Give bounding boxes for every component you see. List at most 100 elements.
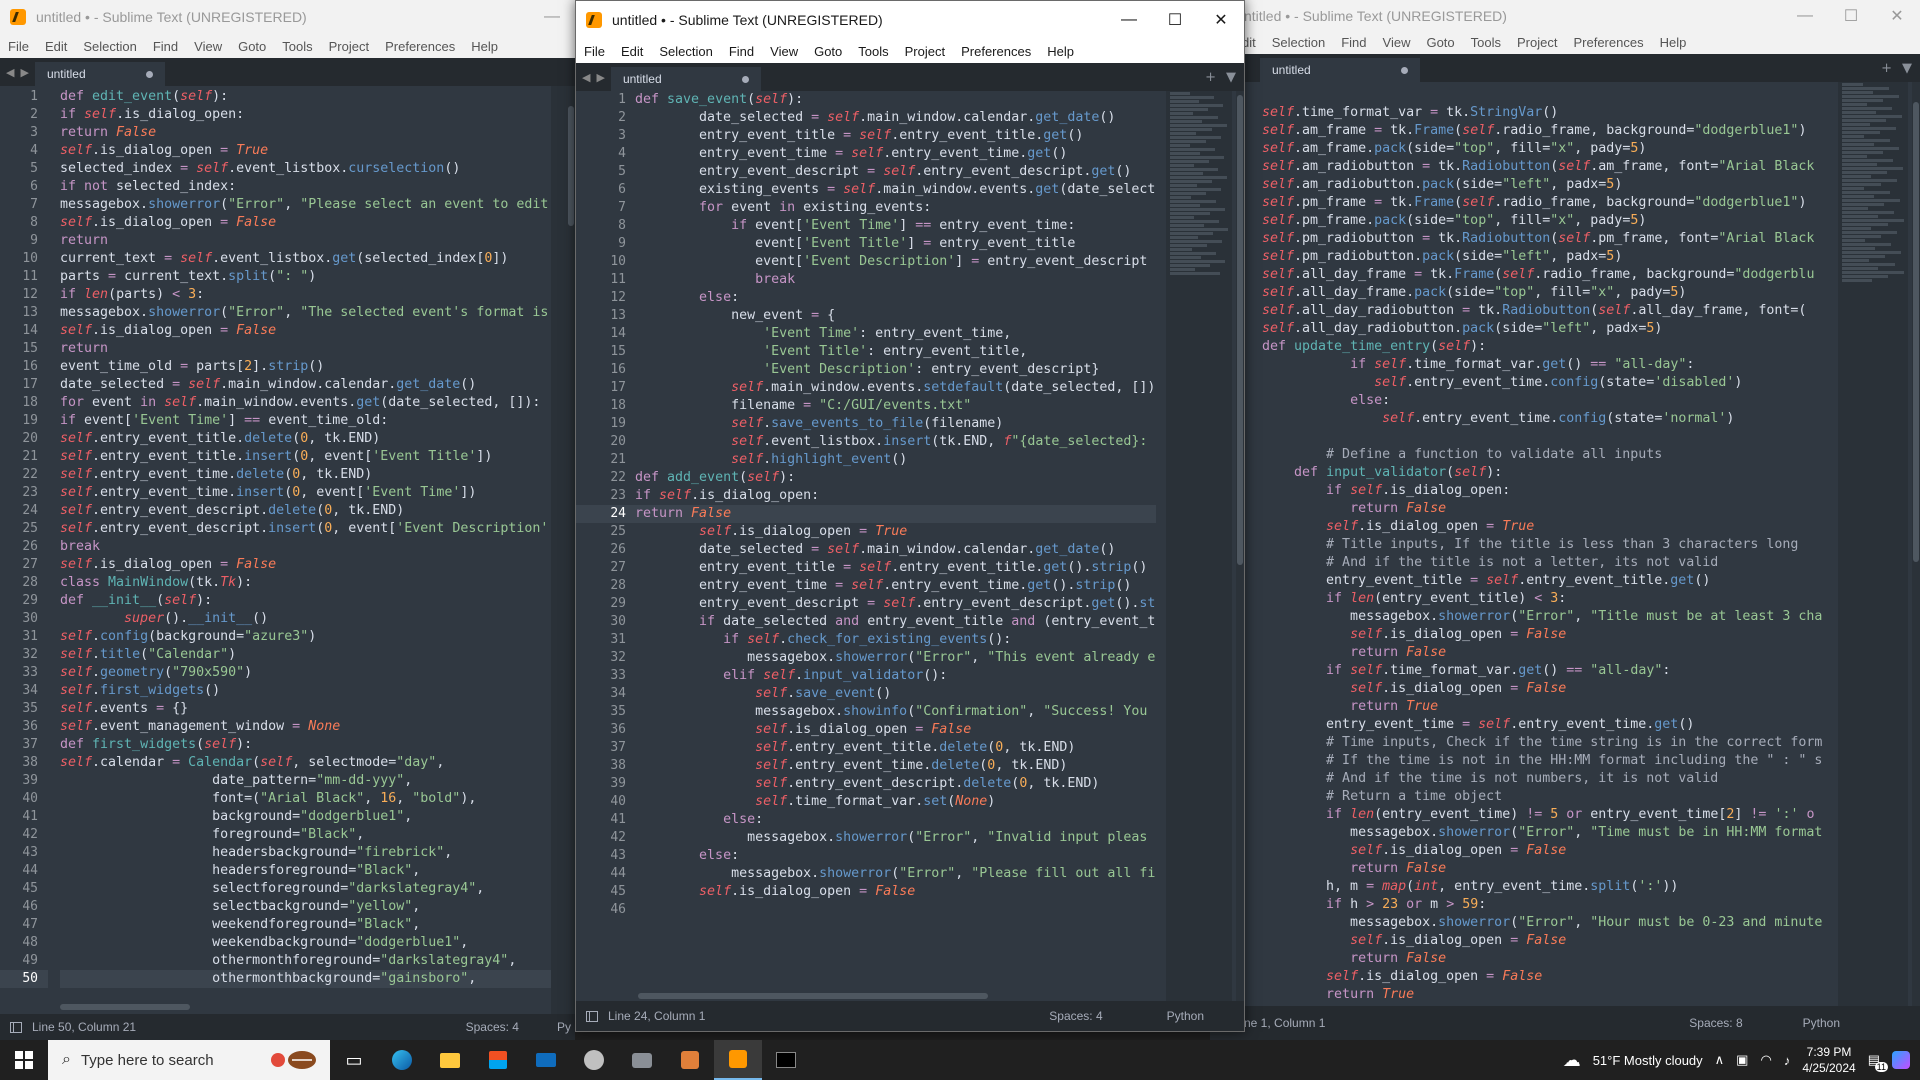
close-icon[interactable]: ✕	[1198, 3, 1244, 37]
vertical-scrollbar[interactable]	[1236, 91, 1244, 1001]
code-area[interactable]: self.time_format_var = tk.StringVar() sel…	[1262, 82, 1840, 1006]
menu-item[interactable]: Tools	[274, 39, 320, 54]
scroll-thumb[interactable]	[1913, 102, 1919, 562]
code-line[interactable]: self.highlight_event()	[635, 451, 1156, 469]
editor-pane[interactable]: 1 2 3 4 5 6 7 8 9 10 11 12 13 14 15 16 17 18 19 20 21 22 23 24 2…	[576, 91, 1244, 1001]
code-line[interactable]: self.entry_event_title.insert(0, event['…	[60, 448, 551, 466]
close-icon[interactable]: ✕	[1874, 0, 1920, 33]
code-line[interactable]: messagebox.showerror("Error", "Time must…	[1262, 824, 1840, 842]
menu-item[interactable]: Goto	[806, 44, 850, 59]
weather-text[interactable]: 51°F Mostly cloudy	[1593, 1053, 1703, 1068]
menu-item[interactable]: Project	[321, 39, 377, 54]
syntax[interactable]: Python	[1803, 1016, 1840, 1030]
code-line[interactable]: self.entry_event_time.delete(0, tk.END)	[60, 466, 551, 484]
code-line[interactable]: elif self.input_validator():	[635, 667, 1156, 685]
code-line[interactable]: self.is_dialog_open = True	[635, 523, 1156, 541]
code-line[interactable]: 'Event Title': entry_event_title,	[635, 343, 1156, 361]
code-line[interactable]: class MainWindow(tk.Tk):	[60, 574, 551, 592]
code-line[interactable]: background="dodgerblue1",	[60, 808, 551, 826]
code-line[interactable]: self.am_radiobutton.pack(side="left", pa…	[1262, 176, 1840, 194]
code-line[interactable]: if len(entry_event_title) < 3:	[1262, 590, 1840, 608]
code-line[interactable]: if self.check_for_existing_events():	[635, 631, 1156, 649]
vertical-scrollbar[interactable]	[567, 86, 575, 1014]
code-line[interactable]: othermonthbackground="gainsboro",	[60, 970, 551, 988]
code-line[interactable]: def update_time_entry(self):	[1262, 338, 1840, 356]
code-line[interactable]: foreground="Black",	[60, 826, 551, 844]
code-line[interactable]: self.is_dialog_open = False	[635, 721, 1156, 739]
code-line[interactable]: super().__init__()	[60, 610, 551, 628]
code-line[interactable]: for event in existing_events:	[635, 199, 1156, 217]
code-line[interactable]: 'Event Description': entry_event_descrip…	[635, 361, 1156, 379]
code-line[interactable]: self.entry_event_descript.delete(0, tk.E…	[635, 775, 1156, 793]
code-line[interactable]: self.is_dialog_open = False	[60, 214, 551, 232]
code-line[interactable]: self.event_listbox.insert(tk.END, f"{dat…	[635, 433, 1156, 451]
sublime-window-left[interactable]: untitled • - Sublime Text (UNREGISTERED)…	[0, 0, 575, 1040]
editor-pane[interactable]: 1 2 3 4 5 6 7 8 9 10 11 12 13 14 15 16 17 18 19 20 21 22 23 24 2…	[0, 86, 575, 1014]
code-line[interactable]: else:	[635, 811, 1156, 829]
code-line[interactable]: for event in self.main_window.events.get…	[60, 394, 551, 412]
code-line[interactable]: self.entry_event_descript.delete(0, tk.E…	[60, 502, 551, 520]
menu-item[interactable]: Project	[1509, 35, 1565, 50]
code-line[interactable]: entry_event_title = self.entry_event_tit…	[635, 559, 1156, 577]
copilot-icon[interactable]	[1892, 1051, 1910, 1069]
terminal-icon[interactable]	[762, 1040, 810, 1080]
wifi-icon[interactable]: ◠	[1760, 1052, 1771, 1068]
task-view-icon[interactable]: ▭	[330, 1040, 378, 1080]
code-line[interactable]: self.am_frame = tk.Frame(self.radio_fram…	[1262, 122, 1840, 140]
code-line[interactable]: event['Event Title'] = entry_event_title	[635, 235, 1156, 253]
code-line[interactable]: messagebox.showerror("Error", "Please se…	[60, 196, 551, 214]
code-line[interactable]: date_pattern="mm-dd-yyy",	[60, 772, 551, 790]
code-line[interactable]: othermonthforeground="darkslategray4",	[60, 952, 551, 970]
code-line[interactable]: event['Event Description'] = entry_event…	[635, 253, 1156, 271]
code-line[interactable]: self.calendar = Calendar(self, selectmod…	[60, 754, 551, 772]
code-line[interactable]: if h > 23 or m > 59:	[1262, 896, 1840, 914]
menu-item[interactable]: Selection	[1264, 35, 1333, 50]
title-bar[interactable]: untitled • - Sublime Text (UNREGISTERED)…	[576, 1, 1244, 39]
scroll-thumb[interactable]	[568, 106, 574, 226]
code-line[interactable]: entry_event_descript = self.entry_event_…	[635, 595, 1156, 613]
code-line[interactable]: filename = "C:/GUI/events.txt"	[635, 397, 1156, 415]
code-line[interactable]: self.am_radiobutton = tk.Radiobutton(sel…	[1262, 158, 1840, 176]
code-line[interactable]: if self.time_format_var.get() == "all-da…	[1262, 662, 1840, 680]
code-line[interactable]: self.is_dialog_open = False	[1262, 680, 1840, 698]
code-line[interactable]: self.entry_event_title.delete(0, tk.END)	[635, 739, 1156, 757]
code-line[interactable]: date_selected = self.main_window.calenda…	[635, 109, 1156, 127]
code-line[interactable]: messagebox.showerror("Error", "Hour must…	[1262, 914, 1840, 932]
code-line[interactable]: if len(entry_event_time) != 5 or entry_e…	[1262, 806, 1840, 824]
indentation[interactable]: Spaces: 4	[466, 1020, 519, 1034]
maximize-icon[interactable]: ☐	[1828, 0, 1874, 33]
code-line[interactable]: date_selected = self.main_window.calenda…	[635, 541, 1156, 559]
menu-item[interactable]: File	[0, 39, 37, 54]
menu-item[interactable]: View	[186, 39, 230, 54]
code-line[interactable]: font=("Arial Black", 16, "bold"),	[60, 790, 551, 808]
start-button[interactable]	[0, 1040, 48, 1080]
code-line[interactable]: else:	[1262, 392, 1840, 410]
menu-item[interactable]: Selection	[651, 44, 720, 59]
code-line[interactable]: self.entry_event_time.delete(0, tk.END)	[635, 757, 1156, 775]
code-line[interactable]: self.save_events_to_file(filename)	[635, 415, 1156, 433]
code-line[interactable]: h, m = map(int, entry_event_time.split('…	[1262, 878, 1840, 896]
code-line[interactable]: self.is_dialog_open = True	[1262, 518, 1840, 536]
code-line[interactable]: selectforeground="darkslategray4",	[60, 880, 551, 898]
code-line[interactable]: existing_events = self.main_window.event…	[635, 181, 1156, 199]
code-line[interactable]: entry_event_title = self.entry_event_tit…	[635, 127, 1156, 145]
code-line[interactable]: self.is_dialog_open = False	[1262, 842, 1840, 860]
code-line[interactable]: current_text = self.event_listbox.get(se…	[60, 250, 551, 268]
menu-item[interactable]: View	[1375, 35, 1419, 50]
code-line[interactable]: return False	[1262, 950, 1840, 968]
code-line[interactable]: self.am_frame.pack(side="top", fill="x",…	[1262, 140, 1840, 158]
code-line[interactable]: self.all_day_frame = tk.Frame(self.radio…	[1262, 266, 1840, 284]
store-icon[interactable]	[474, 1040, 522, 1080]
code-line[interactable]: return	[60, 232, 551, 250]
scroll-thumb[interactable]	[1237, 95, 1243, 565]
code-line[interactable]: if self.is_dialog_open:	[60, 106, 551, 124]
minimize-icon[interactable]: —	[1782, 0, 1828, 33]
code-line[interactable]: break	[60, 538, 551, 556]
code-line[interactable]: return False	[1262, 500, 1840, 518]
code-line[interactable]: self.all_day_radiobutton.pack(side="left…	[1262, 320, 1840, 338]
code-line[interactable]: def add_event(self):	[635, 469, 1156, 487]
code-line[interactable]: return False	[60, 124, 551, 142]
code-line[interactable]: self.entry_event_descript.insert(0, even…	[60, 520, 551, 538]
file-explorer-icon[interactable]	[426, 1040, 474, 1080]
syntax[interactable]: Python	[1167, 1009, 1204, 1023]
